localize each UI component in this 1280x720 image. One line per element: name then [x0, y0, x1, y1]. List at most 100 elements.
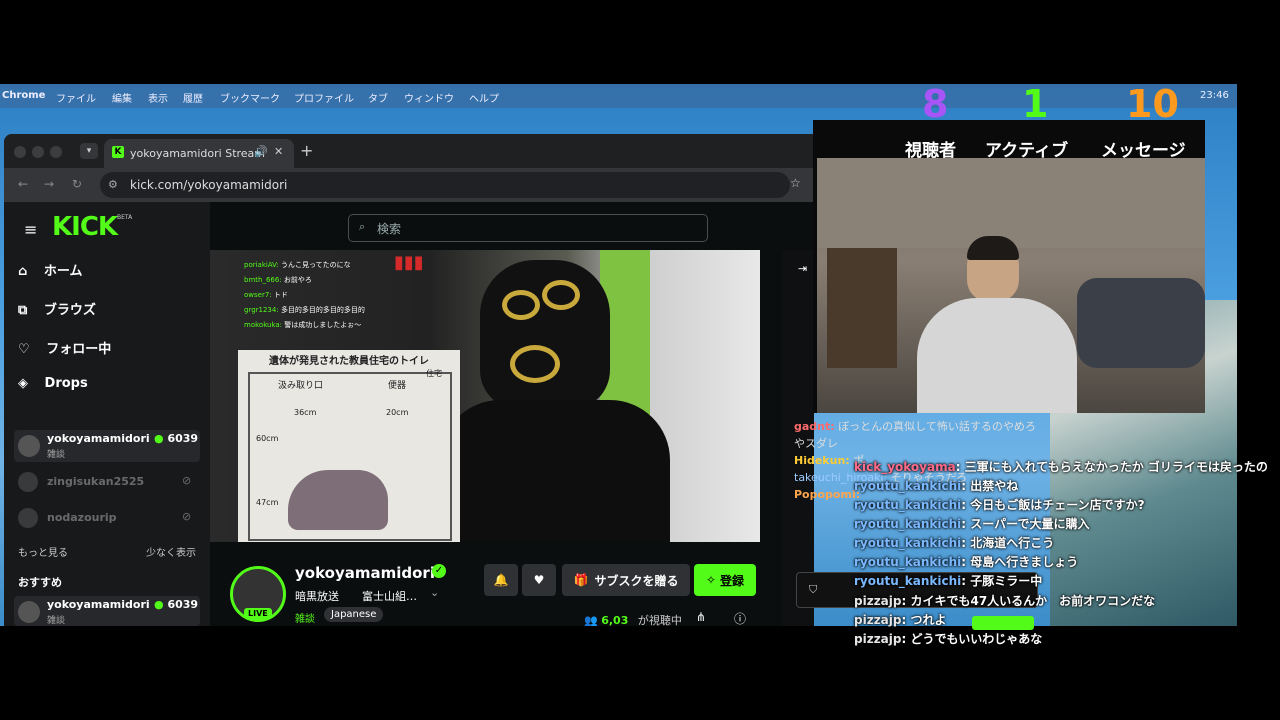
channel-category: 雑談 — [47, 616, 66, 626]
kick-sidebar: ≡ KICK BETA ⌂ ホーム ⧉ ブラウズ ♡ フォロー中 ◈ Drops — [4, 202, 210, 626]
overlay-chat-msg: カイキでも47人いるんか お前オワコンだな — [910, 594, 1156, 608]
menu-tab[interactable]: タブ — [368, 90, 388, 105]
overlay-chat-line: ryoutu_kankichi: 北海道へ行こう — [854, 536, 1055, 550]
channel-name: yokoyamamidori — [47, 598, 150, 611]
window-close-button[interactable] — [14, 146, 26, 158]
nav-drops-label: Drops — [44, 376, 88, 391]
nav-home[interactable]: ⌂ ホーム — [18, 260, 82, 279]
video-chat-line: grgr1234: 多目的多目的多目的多目的 — [244, 303, 365, 318]
following-channel-nodazourip[interactable]: nodazourip ⊘ — [14, 504, 200, 532]
reload-icon[interactable]: ↻ — [72, 177, 82, 191]
diagram-dimension: 47cm — [256, 498, 279, 507]
chat-msg: 警は成功しましたよぉ〜 — [284, 321, 362, 329]
window-zoom-button[interactable] — [50, 146, 62, 158]
overlay-chat-user: ryoutu_kankichi — [854, 555, 962, 569]
menu-help[interactable]: ヘルプ — [469, 90, 499, 105]
collapse-chat-icon[interactable]: ⇥ — [798, 262, 807, 275]
video-chat-overlay: poriakiAV: うんこ見ってたのにな bmth_666: お前やろ ows… — [244, 258, 365, 333]
share-icon[interactable]: ⋔ — [696, 610, 706, 624]
chat-message: gadnt: ぼっとんの真似して怖い話するのやめろやスダレ — [794, 418, 1040, 452]
tab-close-icon[interactable]: ✕ — [274, 145, 283, 158]
follow-button[interactable]: ♥ — [522, 564, 556, 596]
bookmark-star-icon[interactable]: ☆ — [790, 176, 801, 190]
menubar-app-name[interactable]: Chrome — [2, 90, 45, 101]
mask-eye-right — [542, 280, 580, 310]
viewers-value: 6039 — [167, 598, 199, 611]
subscribe-label: 登録 — [720, 573, 745, 588]
menu-history[interactable]: 履歴 — [183, 90, 203, 105]
chat-user[interactable]: gadnt: — [794, 420, 835, 433]
mask-mouth — [510, 345, 560, 383]
overlay-chat-line: ryoutu_kankichi: 母島へ行きましょう — [854, 555, 1079, 569]
gift-sub-button[interactable]: 🎁 サブスクを贈る — [562, 564, 690, 596]
chat-user[interactable]: Hidekun: — [794, 454, 850, 467]
mask-eye-left — [502, 290, 540, 320]
url-bar[interactable]: ⚙ kick.com/yokoyamamidori — [100, 172, 790, 198]
menu-file[interactable]: ファイル — [56, 90, 96, 105]
overlay-chat-line: pizzajp: どうでもいいわじゃあな — [854, 632, 1043, 646]
overlay-chat-msg: 今日もご飯はチェーン店ですか? — [970, 498, 1145, 512]
avatar — [18, 508, 38, 528]
back-icon[interactable]: ← — [18, 177, 28, 191]
site-info-icon[interactable]: ⚙ — [108, 178, 118, 191]
diagram-dimension: 36cm — [294, 408, 317, 417]
star-icon: ✧ — [705, 573, 717, 587]
recommended-channel[interactable]: yokoyamamidori 雑談 ● 6039 — [14, 596, 200, 626]
menu-profiles[interactable]: プロファイル — [294, 90, 354, 105]
forward-icon[interactable]: → — [44, 177, 54, 191]
chat-msg: 多目的多目的多目的多目的 — [280, 306, 365, 314]
overlay-chat-msg: 北海道へ行こう — [970, 536, 1055, 550]
following-channel-yokoyamamidori[interactable]: yokoyamamidori 雑談 ● 6039 — [14, 430, 200, 462]
home-icon: ⌂ — [18, 264, 28, 279]
chat-user: grgr1234: — [244, 306, 279, 314]
menu-hamburger-icon[interactable]: ≡ — [24, 220, 37, 239]
diagram-title: 遺体が発見された教員住宅のトイレ — [269, 356, 429, 367]
stream-category[interactable]: 雑談 — [295, 610, 315, 625]
tab-audio-icon[interactable]: 🔊 — [254, 145, 268, 158]
menu-edit[interactable]: 編集 — [112, 90, 132, 105]
webcam-overlay: 視聴者 アクティブ メッセージ — [813, 120, 1205, 413]
chevron-down-icon[interactable]: ⌄ — [430, 586, 439, 599]
video-player[interactable]: poriakiAV: うんこ見ってたのにな bmth_666: お前やろ ows… — [210, 250, 760, 542]
poster-art: ▮▮▮ — [394, 252, 424, 273]
channel-name[interactable]: yokoyamamidori — [295, 564, 435, 582]
window-minimize-button[interactable] — [32, 146, 44, 158]
nav-browse-label: ブラウズ — [43, 303, 96, 318]
new-tab-button[interactable]: + — [300, 141, 313, 160]
following-channel-zingisukan2525[interactable]: zingisukan2525 ⊘ — [14, 468, 200, 496]
overlay-chat-user: pizzajp — [854, 613, 902, 627]
menubar-clock[interactable]: 23:46 — [1200, 90, 1229, 101]
webcam-feed — [817, 158, 1205, 413]
channel-category: 雑談 — [47, 450, 66, 460]
overlay-chat-msg: 母島へ行きましょう — [970, 555, 1079, 569]
browser-tab[interactable]: K yokoyamamidori Stream 🔊 ✕ — [104, 139, 294, 168]
overlay-chat-line: ryoutu_kankichi: スーパーで大量に購入 — [854, 517, 1090, 531]
menu-window[interactable]: ウィンドウ — [404, 90, 454, 105]
subscribe-button[interactable]: ✧ 登録 — [694, 564, 756, 596]
chat-user: bmth_666: — [244, 276, 282, 284]
stream-tag[interactable]: Japanese — [324, 607, 384, 622]
notification-button[interactable]: 🔔 — [484, 564, 518, 596]
nav-drops[interactable]: ◈ Drops — [18, 376, 88, 391]
overlay-chat-user: pizzajp — [854, 632, 902, 646]
nav-browse[interactable]: ⧉ ブラウズ — [18, 299, 96, 318]
chat-send-button[interactable] — [972, 616, 1034, 630]
channel-name: nodazourip — [47, 511, 117, 524]
menu-view[interactable]: 表示 — [148, 90, 168, 105]
bell-icon: 🔔 — [493, 573, 509, 587]
search-input[interactable]: ⌕ 検索 — [348, 214, 708, 242]
overlay-chat-user: ryoutu_kankichi — [854, 574, 962, 588]
show-less-link[interactable]: 少なく表示 — [146, 544, 196, 559]
overlay-chat-user: ryoutu_kankichi — [854, 479, 962, 493]
avatar — [18, 472, 38, 492]
kick-logo[interactable]: KICK — [52, 212, 118, 242]
show-more-link[interactable]: もっと見る — [18, 544, 68, 559]
overlay-chat-msg: スーパーで大量に購入 — [970, 517, 1090, 531]
tab-list-button[interactable]: ▾ — [80, 143, 98, 159]
menu-bookmarks[interactable]: ブックマーク — [220, 90, 280, 105]
overlay-chat-line: kick_yokoyama: 三軍にも入れてもらえなかったか ゴリライモは戻った… — [854, 460, 1268, 474]
nav-following[interactable]: ♡ フォロー中 — [18, 338, 111, 357]
chat-user[interactable]: Popopomi: — [794, 488, 860, 501]
info-icon[interactable]: ⓘ — [734, 610, 746, 626]
channel-name: zingisukan2525 — [47, 475, 145, 488]
